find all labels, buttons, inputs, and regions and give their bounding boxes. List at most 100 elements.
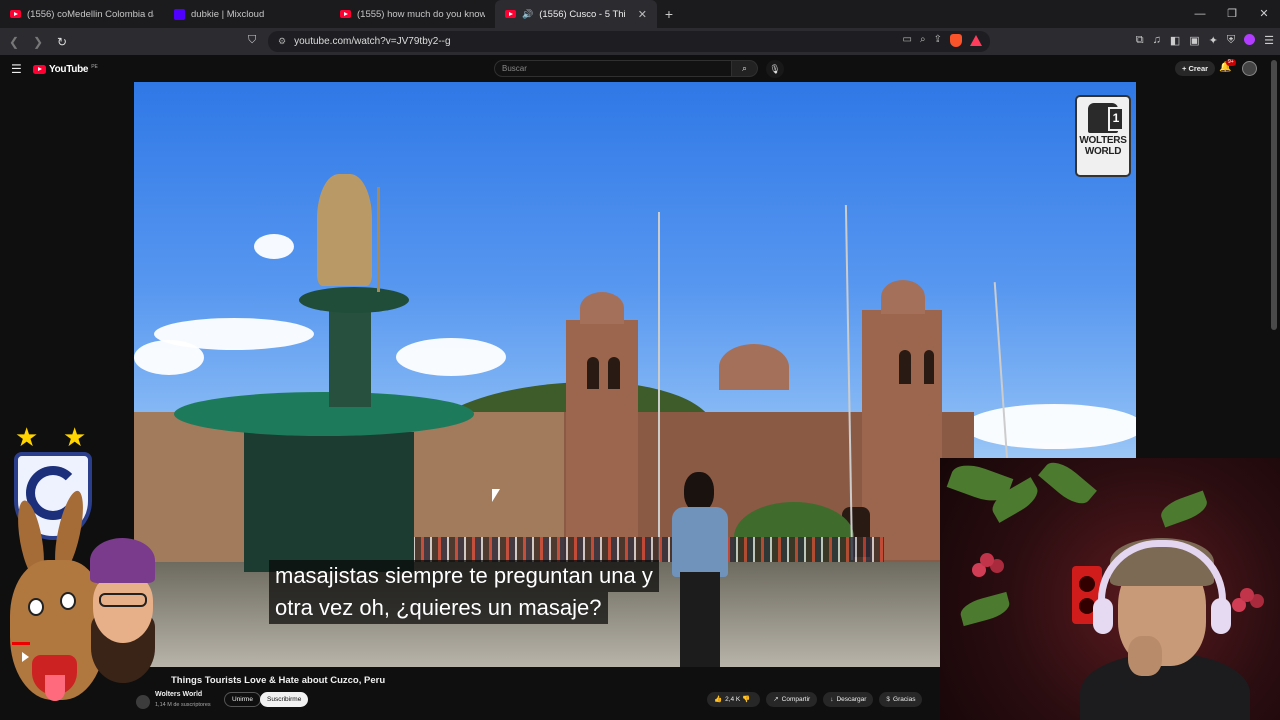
notification-badge: 9+: [1226, 59, 1236, 66]
create-button[interactable]: + Crear: [1175, 61, 1216, 76]
youtube-favicon-icon: [505, 10, 516, 18]
browser-toolbar: ❮ ❯ ↻ ⛉ ⚙ youtube.com/watch?v=JV79tby2--…: [0, 28, 1280, 55]
zoom-icon[interactable]: ⌕: [920, 34, 926, 47]
country-code: PE: [91, 63, 98, 70]
video-captions: masajistas siempre te preguntan una y ot…: [134, 560, 940, 624]
site-info-icon[interactable]: ⚙: [278, 36, 286, 47]
live-indicator: [12, 642, 30, 645]
thumbs-up-icon: 👍: [714, 696, 723, 703]
stream-mascot-overlay: ★ ★: [0, 420, 175, 720]
browser-menu-icon[interactable]: ☰: [1264, 34, 1274, 47]
person-head: [684, 472, 714, 512]
headset-ear-cup: [1211, 598, 1231, 634]
cathedral-right-tower: [862, 310, 942, 560]
download-label: Descargar: [836, 696, 867, 703]
account-avatar[interactable]: [1242, 61, 1257, 76]
plant-leaf: [958, 591, 1012, 627]
tower-window: [899, 350, 911, 384]
cartoon-bearded-man: [85, 538, 160, 683]
cloud: [134, 340, 204, 375]
youtube-masthead: ☰ YouTube PE Buscar ⌕ 🎙 + Crear 🔔 9+: [0, 55, 1280, 82]
browser-tab-strip: (1556) coMedellin Colombia day life dubk…: [0, 0, 1280, 28]
watermark-text: WOLTERS WORLD: [1079, 135, 1127, 157]
like-button[interactable]: 👍 2,4 K 👎: [707, 692, 761, 707]
download-button[interactable]: ↓ Descargar: [823, 692, 874, 707]
extensions-icon[interactable]: ✦: [1209, 34, 1218, 47]
wallet-icon[interactable]: ▣: [1189, 34, 1199, 47]
video-actions: 👍 2,4 K 👎 ↗ Compartir ↓ Descargar $ Gracias: [707, 692, 923, 707]
back-icon[interactable]: ❮: [4, 35, 24, 49]
glasses: [99, 593, 147, 607]
share-icon[interactable]: ⇪: [934, 34, 942, 47]
vpn-icon[interactable]: ⛨: [1227, 34, 1235, 47]
brave-rewards-icon[interactable]: [970, 35, 982, 46]
thumbs-down-icon[interactable]: 👎: [742, 696, 750, 703]
star-icon: ★: [15, 422, 39, 452]
sidebar-icon[interactable]: ◧: [1170, 34, 1180, 47]
speaker-icon[interactable]: 🔊: [522, 9, 533, 20]
youtube-favicon-icon: [10, 10, 21, 18]
statue-staff: [377, 187, 380, 292]
cathedral-dome: [881, 280, 925, 314]
browser-tab-active[interactable]: 🔊 (1556) Cusco - 5 Things Touri ✕: [495, 0, 657, 28]
cast-icon[interactable]: ▭: [903, 34, 912, 47]
donkey-eye: [60, 592, 76, 610]
like-count: 2,4 K: [725, 696, 741, 703]
train-icon: [1088, 103, 1124, 133]
play-icon: [22, 652, 29, 662]
red-flowers: [980, 553, 994, 567]
subscribe-button[interactable]: Suscribirme: [260, 692, 309, 707]
search-icon: ⌕: [741, 63, 748, 73]
mouse-cursor-icon: [492, 489, 500, 502]
cloud: [964, 404, 1136, 449]
search-input[interactable]: Buscar: [494, 60, 732, 77]
plant-leaf: [1038, 458, 1097, 511]
window-controls: — ❐ ✕: [1184, 0, 1280, 28]
browser-tab[interactable]: (1556) coMedellin Colombia day life: [0, 0, 164, 28]
plant-leaf: [1157, 490, 1211, 528]
fountain-upper-bowl: [299, 287, 409, 313]
hamburger-menu-icon[interactable]: ☰: [11, 62, 22, 76]
youtube-logo[interactable]: YouTube PE: [33, 64, 98, 75]
close-window-icon[interactable]: ✕: [1248, 0, 1280, 28]
address-bar[interactable]: ⚙ youtube.com/watch?v=JV79tby2--g ▭ ⌕ ⇪: [268, 31, 990, 52]
page-scrollbar[interactable]: [1271, 60, 1277, 330]
cloud: [396, 338, 506, 376]
share-button[interactable]: ↗ Compartir: [766, 692, 818, 707]
close-tab-icon[interactable]: ✕: [638, 8, 647, 21]
restore-icon[interactable]: ❐: [1216, 0, 1248, 28]
webcam-overlay: [940, 458, 1280, 720]
brave-shield-icon[interactable]: [950, 34, 962, 47]
thanks-label: Gracias: [893, 696, 916, 703]
thanks-button[interactable]: $ Gracias: [879, 692, 923, 707]
minimize-icon[interactable]: —: [1184, 0, 1216, 28]
join-button[interactable]: Unirme: [224, 692, 261, 707]
cathedral-left-tower: [566, 320, 638, 560]
cathedral-dome: [580, 292, 624, 324]
microphone-icon: 🎙: [769, 64, 781, 74]
voice-search-button[interactable]: 🎙: [766, 60, 784, 78]
share-arrow-icon: ↗: [773, 696, 779, 703]
bookmark-icon[interactable]: ⛉: [248, 34, 256, 47]
crowd: [364, 537, 884, 562]
picture-in-picture-icon[interactable]: ⧉: [1136, 34, 1144, 47]
reload-icon[interactable]: ↻: [52, 35, 72, 49]
tower-window: [924, 350, 934, 384]
new-tab-button[interactable]: +: [657, 6, 681, 22]
headset-ear-cup: [1093, 598, 1113, 634]
caption-line: otra vez oh, ¿quieres un masaje?: [269, 592, 608, 624]
browser-tab[interactable]: (1555) how much do you know abou: [330, 0, 495, 28]
fountain-lower-bowl: [174, 392, 474, 436]
cartoon-face: [93, 573, 153, 643]
donkey-tongue: [45, 675, 65, 701]
flag-pole: [658, 212, 660, 562]
browser-tab[interactable]: dubkie | Mixcloud: [164, 0, 330, 28]
beanie: [90, 538, 155, 583]
forward-icon[interactable]: ❯: [28, 35, 48, 49]
search-button[interactable]: ⌕: [732, 60, 758, 77]
youtube-favicon-icon: [340, 10, 351, 18]
tab-title: (1556) Cusco - 5 Things Touri: [539, 8, 626, 20]
youtube-play-logo-icon: [33, 65, 46, 74]
leo-ai-icon[interactable]: [1244, 34, 1256, 45]
music-icon[interactable]: ♫: [1153, 34, 1161, 47]
